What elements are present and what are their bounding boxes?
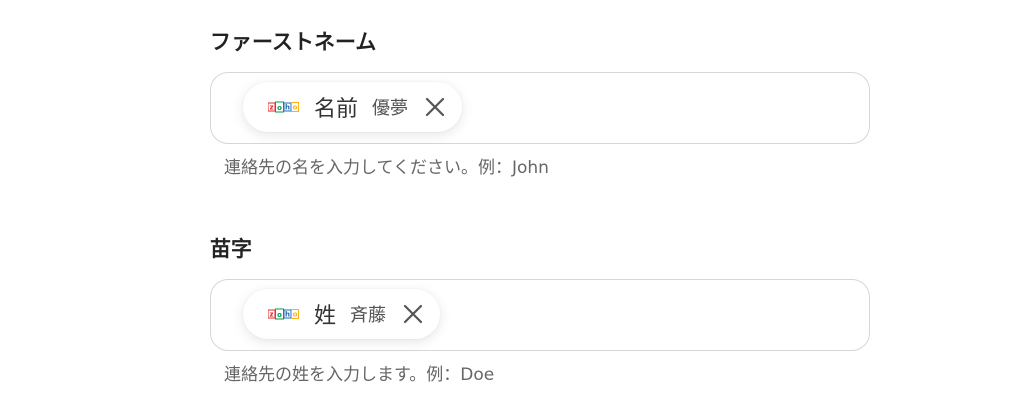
chip-main-label: 姓 xyxy=(314,304,337,329)
chip-sub-value: 優夢 xyxy=(372,98,409,119)
close-icon[interactable] xyxy=(400,301,426,327)
first-name-chip[interactable]: z o h o 名前 優夢 xyxy=(243,82,463,132)
svg-text:o: o xyxy=(277,311,282,319)
close-icon[interactable] xyxy=(422,94,448,120)
last-name-field: 苗字 z o h o 姓 斉藤 連絡先の姓を入力します。例：Doe xyxy=(210,235,870,385)
first-name-help-text: 連絡先の名を入力してください。例：John xyxy=(224,158,549,178)
svg-text:o: o xyxy=(293,311,298,319)
chip-sub-value: 斉藤 xyxy=(350,305,387,326)
svg-text:o: o xyxy=(293,104,298,112)
last-name-label: 苗字 xyxy=(210,237,252,261)
last-name-chip[interactable]: z o h o 姓 斉藤 xyxy=(243,289,441,339)
svg-text:z: z xyxy=(269,104,273,112)
first-name-field: ファーストネーム z o h o 名前 優夢 連絡先の名を入力してください。例：… xyxy=(210,28,870,178)
first-name-label: ファーストネーム xyxy=(210,30,377,54)
svg-text:h: h xyxy=(285,104,290,112)
last-name-help-text: 連絡先の姓を入力します。例：Doe xyxy=(224,365,495,385)
svg-text:h: h xyxy=(285,311,290,319)
zoho-logo-icon: z o h o xyxy=(268,101,299,113)
first-name-input[interactable]: z o h o 名前 優夢 xyxy=(210,72,870,144)
zoho-logo-icon: z o h o xyxy=(268,308,299,320)
last-name-input[interactable]: z o h o 姓 斉藤 xyxy=(210,279,870,351)
svg-text:o: o xyxy=(277,104,282,112)
svg-text:z: z xyxy=(269,311,273,319)
chip-main-label: 名前 xyxy=(314,97,359,122)
